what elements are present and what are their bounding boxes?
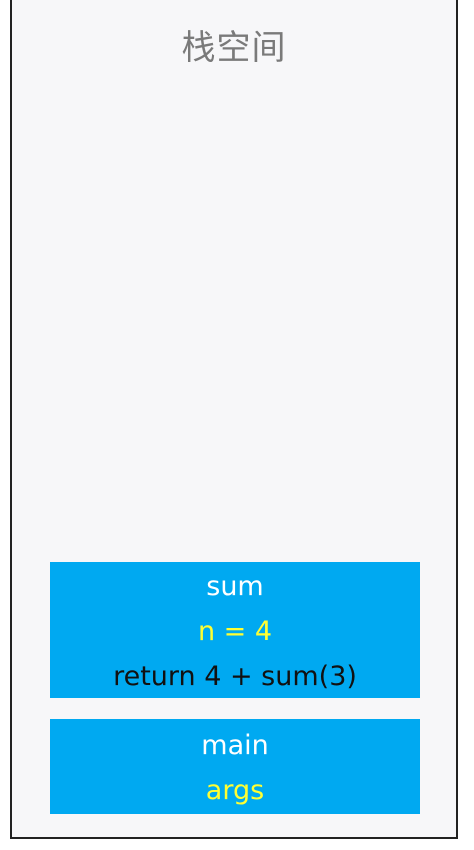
stack-frame-main: main args: [50, 719, 420, 814]
stack-space-container: 栈空间 sum n = 4 return 4 + sum(3) main arg…: [10, 0, 458, 839]
frame-function-name: main: [201, 729, 269, 761]
frame-variable: n = 4: [197, 615, 273, 647]
frame-variable: args: [205, 774, 265, 806]
frame-function-name: sum: [206, 570, 264, 602]
stack-frame-sum: sum n = 4 return 4 + sum(3): [50, 562, 420, 698]
stack-space-title: 栈空间: [181, 28, 287, 68]
frame-return-statement: return 4 + sum(3): [113, 660, 357, 692]
